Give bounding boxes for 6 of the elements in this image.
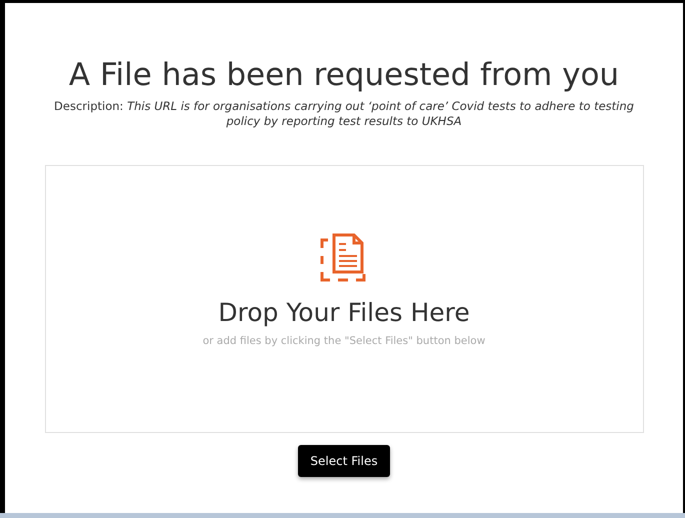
drop-zone[interactable]: Drop Your Files Here or add files by clicking the "Select Files" button below (44, 165, 644, 433)
page-title: A File has been requested from you (68, 56, 620, 95)
drop-heading: Drop Your Files Here (218, 297, 470, 329)
description: Description: This URL is for organisations carrying out ‘point of care’ Covid tests to adhere to testing policy by reporting test results to UKHSA (53, 99, 635, 129)
select-files-button[interactable]: Select Files (298, 445, 390, 477)
drop-hint: or add files by clicking the "Select Files" button below (202, 334, 486, 349)
